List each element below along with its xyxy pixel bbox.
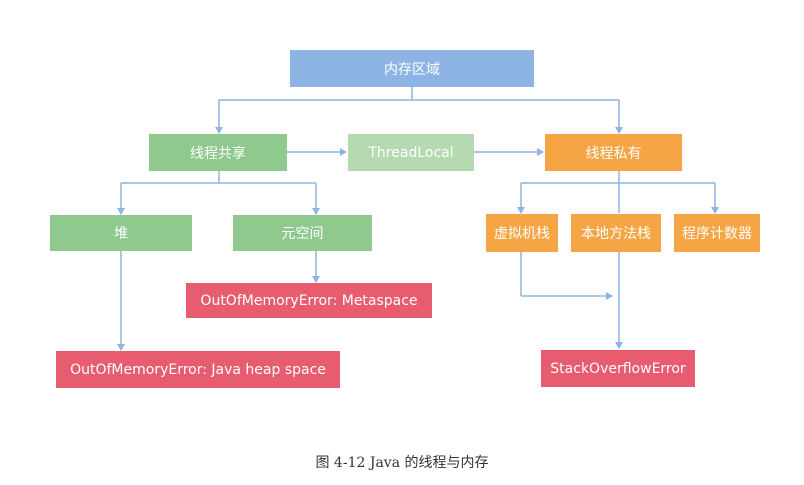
- node-thread-private: 线程私有: [545, 134, 682, 171]
- node-stack-overflow: StackOverflowError: [541, 350, 695, 387]
- node-oom-heap: OutOfMemoryError: Java heap space: [56, 351, 340, 388]
- node-metaspace: 元空间: [233, 215, 372, 251]
- node-heap: 堆: [50, 215, 192, 251]
- node-thread-local: ThreadLocal: [348, 134, 474, 171]
- node-thread-shared: 线程共享: [149, 134, 287, 171]
- node-memory-area: 内存区域: [290, 50, 534, 87]
- node-oom-metaspace: OutOfMemoryError: Metaspace: [186, 283, 432, 318]
- node-vm-stack: 虚拟机栈: [486, 214, 558, 252]
- node-pc-register: 程序计数器: [674, 214, 760, 252]
- node-native-stack: 本地方法栈: [571, 214, 661, 252]
- figure-caption: 图 4-12 Java 的线程与内存: [315, 455, 489, 471]
